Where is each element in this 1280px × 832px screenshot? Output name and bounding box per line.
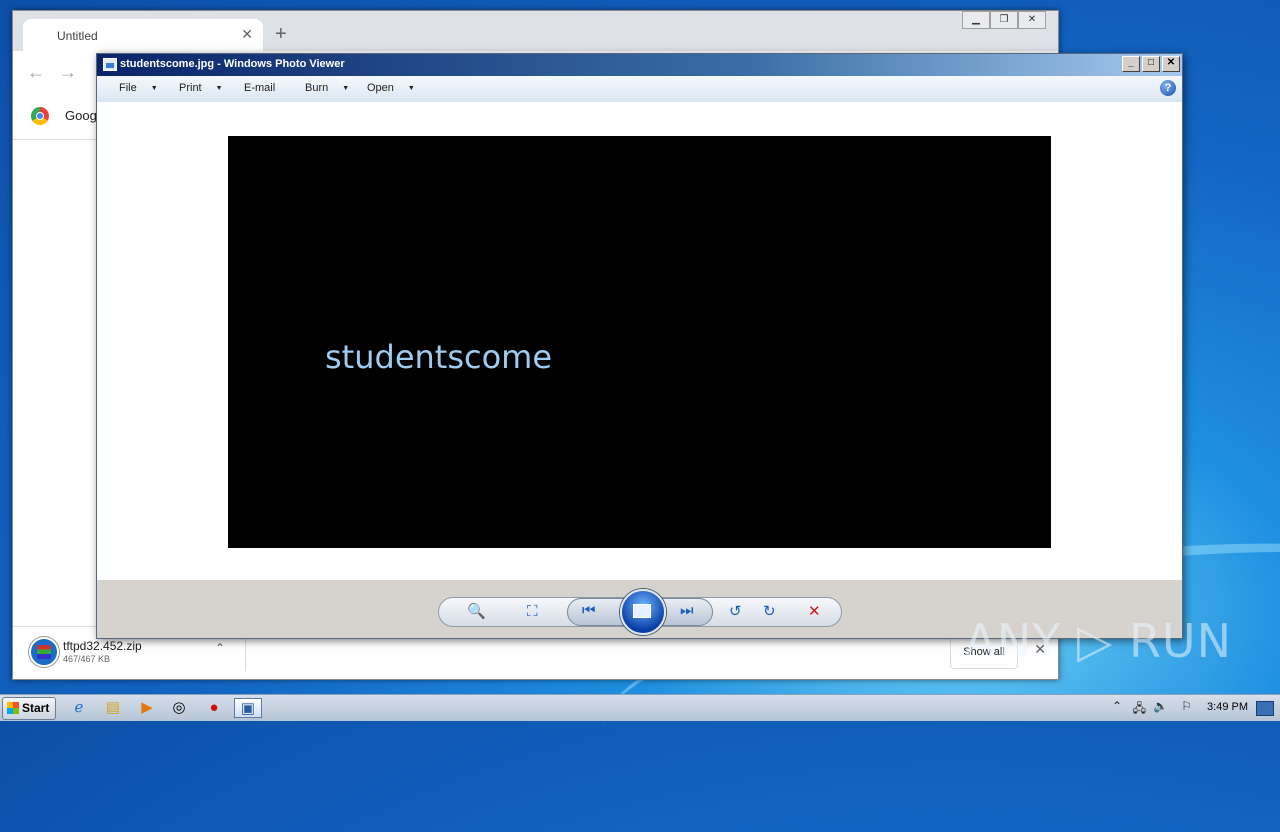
download-file-size: 467/467 KB xyxy=(63,654,111,664)
minimize-button[interactable]: _ xyxy=(1122,56,1140,72)
show-desktop-button[interactable] xyxy=(1256,701,1274,716)
file-explorer-icon[interactable]: ▤ xyxy=(102,698,124,718)
help-icon[interactable]: ? xyxy=(1160,80,1176,96)
internet-explorer-icon[interactable]: ℯ xyxy=(68,698,90,718)
download-file-name[interactable]: tftpd32.452.zip xyxy=(63,639,142,653)
windows-logo-icon xyxy=(7,702,19,714)
chrome-tab-title: Untitled xyxy=(57,29,98,43)
back-arrow-icon[interactable]: ← xyxy=(27,62,45,83)
forward-arrow-icon[interactable]: → xyxy=(59,62,77,83)
next-icon[interactable]: ⏭ xyxy=(680,602,694,620)
menu-file-label: File xyxy=(119,82,137,94)
dropdown-arrow-icon: ▼ xyxy=(150,85,158,92)
close-button[interactable]: ✕ xyxy=(1018,11,1046,29)
rotate-counterclockwise-icon[interactable]: ↺ xyxy=(729,603,742,621)
menu-burn[interactable]: Burn ▼ xyxy=(305,82,349,94)
google-chrome-icon[interactable]: ◎ xyxy=(168,698,190,718)
photo-canvas: studentscome xyxy=(97,102,1182,580)
menu-print[interactable]: Print ▼ xyxy=(179,82,223,94)
menu-open[interactable]: Open ▼ xyxy=(367,82,415,94)
shortcut-label[interactable]: Googl xyxy=(65,108,100,123)
delete-icon[interactable]: ✕ xyxy=(808,603,821,621)
winrar-archive-icon xyxy=(29,637,59,667)
start-label: Start xyxy=(22,701,50,715)
google-chrome-icon xyxy=(31,107,49,125)
chrome-tabstrip: Untitled ✕ + ▁ ❐ ✕ xyxy=(13,11,1058,51)
photo-viewer-window: studentscome.jpg - Windows Photo Viewer … xyxy=(96,53,1183,639)
photo-viewer-titlebar[interactable]: studentscome.jpg - Windows Photo Viewer … xyxy=(97,54,1182,76)
tray-overflow-icon[interactable]: ⌃ xyxy=(1112,699,1122,713)
displayed-photo: studentscome xyxy=(228,136,1051,548)
photo-viewer-menubar: File ▼ Print ▼ E-mail Burn ▼ Open ▼ ? xyxy=(97,76,1182,103)
menu-email[interactable]: E-mail xyxy=(244,82,275,94)
dropdown-arrow-icon: ▼ xyxy=(215,85,223,92)
minimize-button[interactable]: ▁ xyxy=(962,11,990,29)
slideshow-button[interactable] xyxy=(620,589,666,635)
actual-size-icon[interactable]: ⛶ xyxy=(527,603,538,621)
network-icon[interactable]: 🖧 xyxy=(1133,699,1146,720)
photo-viewer-taskbar-icon[interactable]: ▣ xyxy=(234,698,262,718)
slideshow-icon xyxy=(633,604,651,618)
new-tab-button[interactable]: + xyxy=(275,24,287,44)
menu-burn-label: Burn xyxy=(305,82,329,94)
close-icon[interactable]: ✕ xyxy=(241,26,253,43)
dropdown-arrow-icon: ▼ xyxy=(342,85,350,92)
anyrun-watermark: ANY ▷ RUN xyxy=(964,614,1232,668)
chrome-tab[interactable]: Untitled ✕ xyxy=(23,19,263,51)
start-button[interactable]: Start xyxy=(2,697,56,720)
chevron-up-icon[interactable]: ⌃ xyxy=(215,641,225,655)
media-player-icon[interactable]: ▶ xyxy=(136,698,158,718)
previous-icon[interactable]: ⏮ xyxy=(582,602,596,620)
menu-open-label: Open xyxy=(367,82,394,94)
photo-viewer-app-icon xyxy=(103,58,117,71)
opera-icon[interactable]: ● xyxy=(203,698,225,718)
photo-text: studentscome xyxy=(325,338,553,376)
window-controls: _ □ ✕ xyxy=(1122,56,1180,72)
rotate-clockwise-icon[interactable]: ↻ xyxy=(763,603,776,621)
window-title: studentscome.jpg - Windows Photo Viewer xyxy=(120,58,345,70)
action-center-flag-icon[interactable]: ⚐ xyxy=(1181,699,1192,713)
chrome-window-controls: ▁ ❐ ✕ xyxy=(962,11,1046,29)
zoom-icon[interactable]: 🔍 xyxy=(467,603,486,621)
restore-button[interactable]: ❐ xyxy=(990,11,1018,29)
clock[interactable]: 3:49 PM xyxy=(1207,701,1248,713)
taskbar: Start ℯ ▤ ▶ ◎ ● ▣ ⌃ 🖧 🔈 ⚐ 3:49 PM xyxy=(0,694,1280,721)
menu-file[interactable]: File ▼ xyxy=(119,82,158,94)
close-button[interactable]: ✕ xyxy=(1162,56,1180,72)
menu-print-label: Print xyxy=(179,82,202,94)
maximize-button[interactable]: □ xyxy=(1142,56,1160,72)
volume-icon[interactable]: 🔈 xyxy=(1153,699,1168,713)
dropdown-arrow-icon: ▼ xyxy=(407,85,415,92)
